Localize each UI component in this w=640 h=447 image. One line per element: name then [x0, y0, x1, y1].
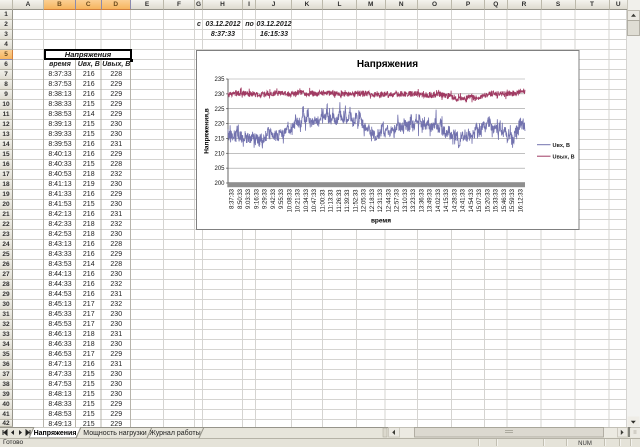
svg-text:13:10:33: 13:10:33: [403, 188, 409, 212]
svg-text:10:34:33: 10:34:33: [304, 188, 310, 212]
svg-text:225: 225: [214, 107, 225, 113]
svg-text:11:39:33: 11:39:33: [345, 189, 351, 213]
svg-text:9:03:33: 9:03:33: [246, 188, 252, 209]
svg-text:12:31:33: 12:31:33: [378, 188, 384, 212]
svg-text:210: 210: [214, 151, 225, 157]
svg-text:13:23:33: 13:23:33: [411, 188, 417, 212]
svg-text:15:33:33: 15:33:33: [494, 188, 500, 212]
svg-text:12:57:33: 12:57:33: [395, 188, 401, 212]
svg-text:200: 200: [214, 181, 225, 187]
svg-text:9:55:33: 9:55:33: [279, 188, 285, 209]
svg-text:9:16:33: 9:16:33: [254, 188, 260, 209]
svg-text:Журнал работы: Журнал работы: [149, 429, 200, 437]
svg-text:14:41:33: 14:41:33: [461, 188, 467, 212]
svg-text:14:54:33: 14:54:33: [469, 188, 475, 212]
svg-text:8:50:33: 8:50:33: [238, 188, 244, 209]
svg-text:11:26:33: 11:26:33: [337, 189, 343, 213]
svg-text:Напряжения: Напряжения: [34, 430, 77, 437]
svg-text:Напряжения,в: Напряжения,в: [204, 108, 211, 154]
svg-text:Напряжения: Напряжения: [357, 59, 418, 70]
svg-text:205: 205: [214, 166, 225, 172]
svg-text:15:20:33: 15:20:33: [485, 188, 491, 212]
svg-text:10:47:33: 10:47:33: [312, 188, 318, 212]
svg-text:14:28:33: 14:28:33: [452, 188, 458, 212]
svg-text:15:59:33: 15:59:33: [510, 188, 516, 212]
svg-text:11:13:33: 11:13:33: [329, 189, 335, 213]
svg-text:10:21:33: 10:21:33: [296, 188, 302, 212]
svg-text:235: 235: [214, 77, 225, 83]
svg-text:11:52:33: 11:52:33: [353, 189, 359, 213]
svg-text:14:02:33: 14:02:33: [436, 188, 442, 212]
svg-text:13:49:33: 13:49:33: [428, 188, 434, 212]
svg-text:215: 215: [214, 137, 225, 143]
svg-text:8:37:33: 8:37:33: [230, 188, 236, 209]
svg-text:Мощность нагрузки: Мощность нагрузки: [83, 430, 147, 437]
svg-text:Uвых, В: Uвых, В: [553, 154, 575, 160]
svg-text:15:46:33: 15:46:33: [502, 188, 508, 212]
svg-text:12:18:33: 12:18:33: [370, 188, 376, 212]
svg-text:Uвх, В: Uвх, В: [553, 143, 570, 149]
svg-text:13:36:33: 13:36:33: [419, 188, 425, 212]
svg-text:230: 230: [214, 92, 225, 98]
svg-text:15:07:33: 15:07:33: [477, 188, 483, 212]
svg-text:12:44:33: 12:44:33: [386, 188, 392, 212]
svg-text:10:08:33: 10:08:33: [287, 188, 293, 212]
svg-text:9:42:33: 9:42:33: [271, 188, 277, 209]
svg-text:время: время: [371, 218, 391, 225]
svg-text:11:00:33: 11:00:33: [320, 189, 326, 213]
svg-text:NUM: NUM: [578, 441, 592, 447]
svg-text:9:29:33: 9:29:33: [263, 188, 269, 209]
svg-text:220: 220: [214, 122, 225, 128]
svg-text:12:05:33: 12:05:33: [362, 188, 368, 212]
svg-text:16:12:33: 16:12:33: [518, 188, 524, 212]
svg-text:14:15:33: 14:15:33: [444, 188, 450, 212]
